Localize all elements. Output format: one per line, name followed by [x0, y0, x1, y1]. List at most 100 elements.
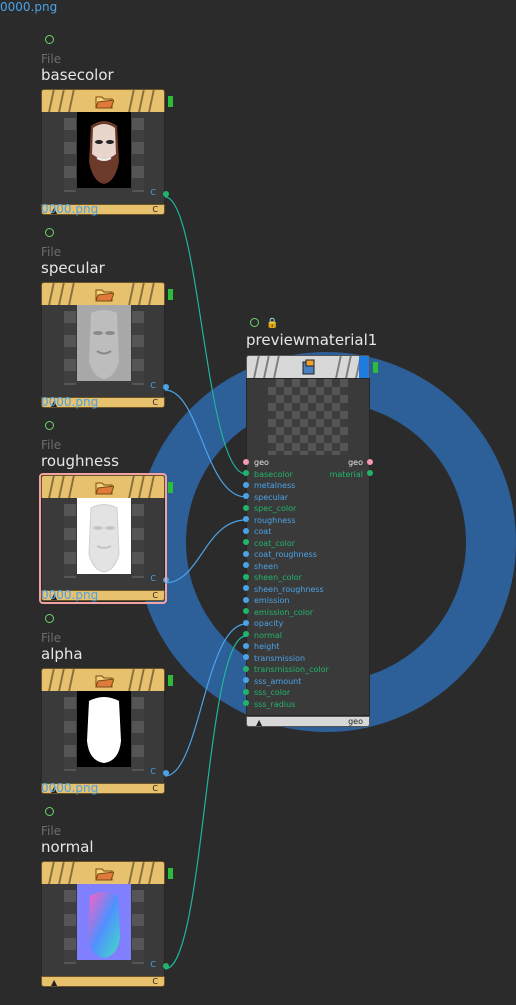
port-dot[interactable] [243, 481, 249, 488]
node-header[interactable] [41, 861, 165, 885]
bypass-flag-icon[interactable] [45, 614, 54, 623]
input-port-opacity[interactable]: opacity [243, 618, 283, 629]
input-port-coat[interactable]: coat [243, 526, 271, 537]
display-flag[interactable] [168, 289, 173, 300]
previewmaterial-footer[interactable]: ▲ geo [246, 716, 370, 727]
input-port-sheen_color[interactable]: sheen_color [243, 572, 302, 583]
port-label: material [329, 469, 363, 479]
port-dot[interactable] [367, 470, 373, 476]
port-dot[interactable] [243, 539, 249, 545]
node-name[interactable]: basecolor [41, 66, 114, 84]
output-port[interactable] [163, 963, 169, 969]
display-flag[interactable] [168, 482, 173, 493]
input-port-coat_roughness[interactable]: coat_roughness [243, 549, 317, 560]
port-dot[interactable] [243, 458, 249, 465]
node-name[interactable]: alpha [41, 645, 83, 663]
display-flag[interactable] [168, 868, 173, 879]
input-port-height[interactable]: height [243, 641, 280, 652]
port-dot[interactable] [243, 516, 249, 522]
input-port-roughness[interactable]: roughness [243, 515, 296, 526]
port-dot[interactable] [243, 562, 249, 568]
filename-label: 0000.png [41, 781, 99, 795]
folder-icon [95, 96, 114, 109]
input-port-normal[interactable]: normal [243, 630, 282, 641]
input-port-transmission_color[interactable]: transmission_color [243, 664, 329, 675]
footer-output-label: C [152, 205, 158, 214]
input-port-sss_amount[interactable]: sss_amount [243, 676, 301, 687]
input-port-specular[interactable]: specular [243, 492, 288, 503]
node-name[interactable]: specular [41, 259, 105, 277]
folder-icon [95, 675, 114, 688]
display-flag[interactable] [168, 675, 173, 686]
footer-output-label: C [152, 977, 158, 986]
output-port[interactable] [163, 384, 169, 390]
port-dot[interactable] [243, 619, 249, 626]
port-label: height [254, 642, 280, 651]
node-header[interactable] [41, 282, 165, 306]
display-flag[interactable] [168, 96, 173, 107]
port-dot[interactable] [243, 585, 249, 591]
port-dot[interactable] [243, 642, 249, 649]
bypass-flag-icon[interactable] [45, 421, 54, 430]
port-dot[interactable] [243, 504, 249, 511]
input-port-geo[interactable]: geo [243, 457, 269, 468]
input-port-metalness[interactable]: metalness [243, 480, 295, 491]
material-preview-thumbnail [268, 379, 348, 455]
node-name-previewmaterial[interactable]: previewmaterial1 [246, 331, 377, 349]
node-name[interactable]: normal [41, 838, 94, 856]
output-port[interactable] [163, 191, 169, 197]
node-header[interactable] [41, 668, 165, 692]
expand-triangle-icon[interactable]: ▲ [256, 718, 262, 727]
node-header[interactable] [41, 89, 165, 113]
port-dot[interactable] [243, 688, 249, 695]
input-port-sss_radius[interactable]: sss_radius [243, 699, 295, 710]
port-dot[interactable] [243, 493, 249, 499]
input-port-emission[interactable]: emission [243, 595, 289, 606]
display-flag[interactable] [359, 356, 369, 378]
selection-outline [39, 473, 167, 604]
port-dot[interactable] [243, 654, 249, 660]
port-dot[interactable] [243, 677, 249, 683]
node-body: C [41, 884, 169, 976]
texture-thumbnail [77, 884, 131, 960]
folder-icon [95, 289, 114, 302]
port-dot[interactable] [243, 470, 249, 476]
input-port-sheen[interactable]: sheen [243, 561, 278, 572]
output-port[interactable] [163, 770, 169, 776]
bypass-flag-icon[interactable] [45, 228, 54, 237]
node-name[interactable]: roughness [41, 452, 119, 470]
bypass-flag-icon[interactable] [45, 35, 54, 44]
input-port-spec_color[interactable]: spec_color [243, 503, 296, 514]
bypass-flag-icon[interactable] [250, 318, 259, 327]
input-port-sss_color[interactable]: sss_color [243, 687, 290, 698]
port-label: opacity [254, 619, 284, 628]
expand-triangle-icon[interactable]: ▲ [51, 978, 57, 987]
port-dot[interactable] [243, 550, 249, 557]
output-port-geo[interactable]: geo [348, 457, 373, 468]
port-dot[interactable] [243, 665, 249, 672]
port-dot[interactable] [367, 458, 373, 465]
bypass-flag-icon[interactable] [45, 807, 54, 816]
previewmaterial-header[interactable] [246, 355, 370, 379]
port-label: emission [254, 596, 290, 605]
port-dot[interactable] [243, 596, 249, 603]
port-dot[interactable] [243, 573, 249, 580]
port-label: sss_amount [254, 676, 302, 686]
port-label: coat_roughness [254, 550, 317, 559]
input-port-transmission[interactable]: transmission [243, 653, 305, 664]
input-port-sheen_roughness[interactable]: sheen_roughness [243, 584, 324, 595]
port-dot[interactable] [243, 608, 249, 614]
port-dot[interactable] [243, 527, 249, 534]
output-port-material[interactable]: material [330, 469, 373, 480]
port-label: geo [254, 458, 269, 467]
input-port-basecolor[interactable]: basecolor [243, 469, 293, 480]
port-dot[interactable] [243, 700, 249, 706]
input-port-emission_color[interactable]: emission_color [243, 607, 313, 618]
port-dot[interactable] [243, 631, 249, 637]
port-label: sheen_roughness [254, 584, 324, 594]
lock-icon[interactable]: 🔒 [266, 318, 278, 329]
port-label: coat [254, 527, 272, 536]
input-port-coat_color[interactable]: coat_color [243, 538, 295, 549]
render-flag[interactable] [373, 362, 378, 373]
node-footer[interactable]: ▲ C [41, 976, 165, 987]
